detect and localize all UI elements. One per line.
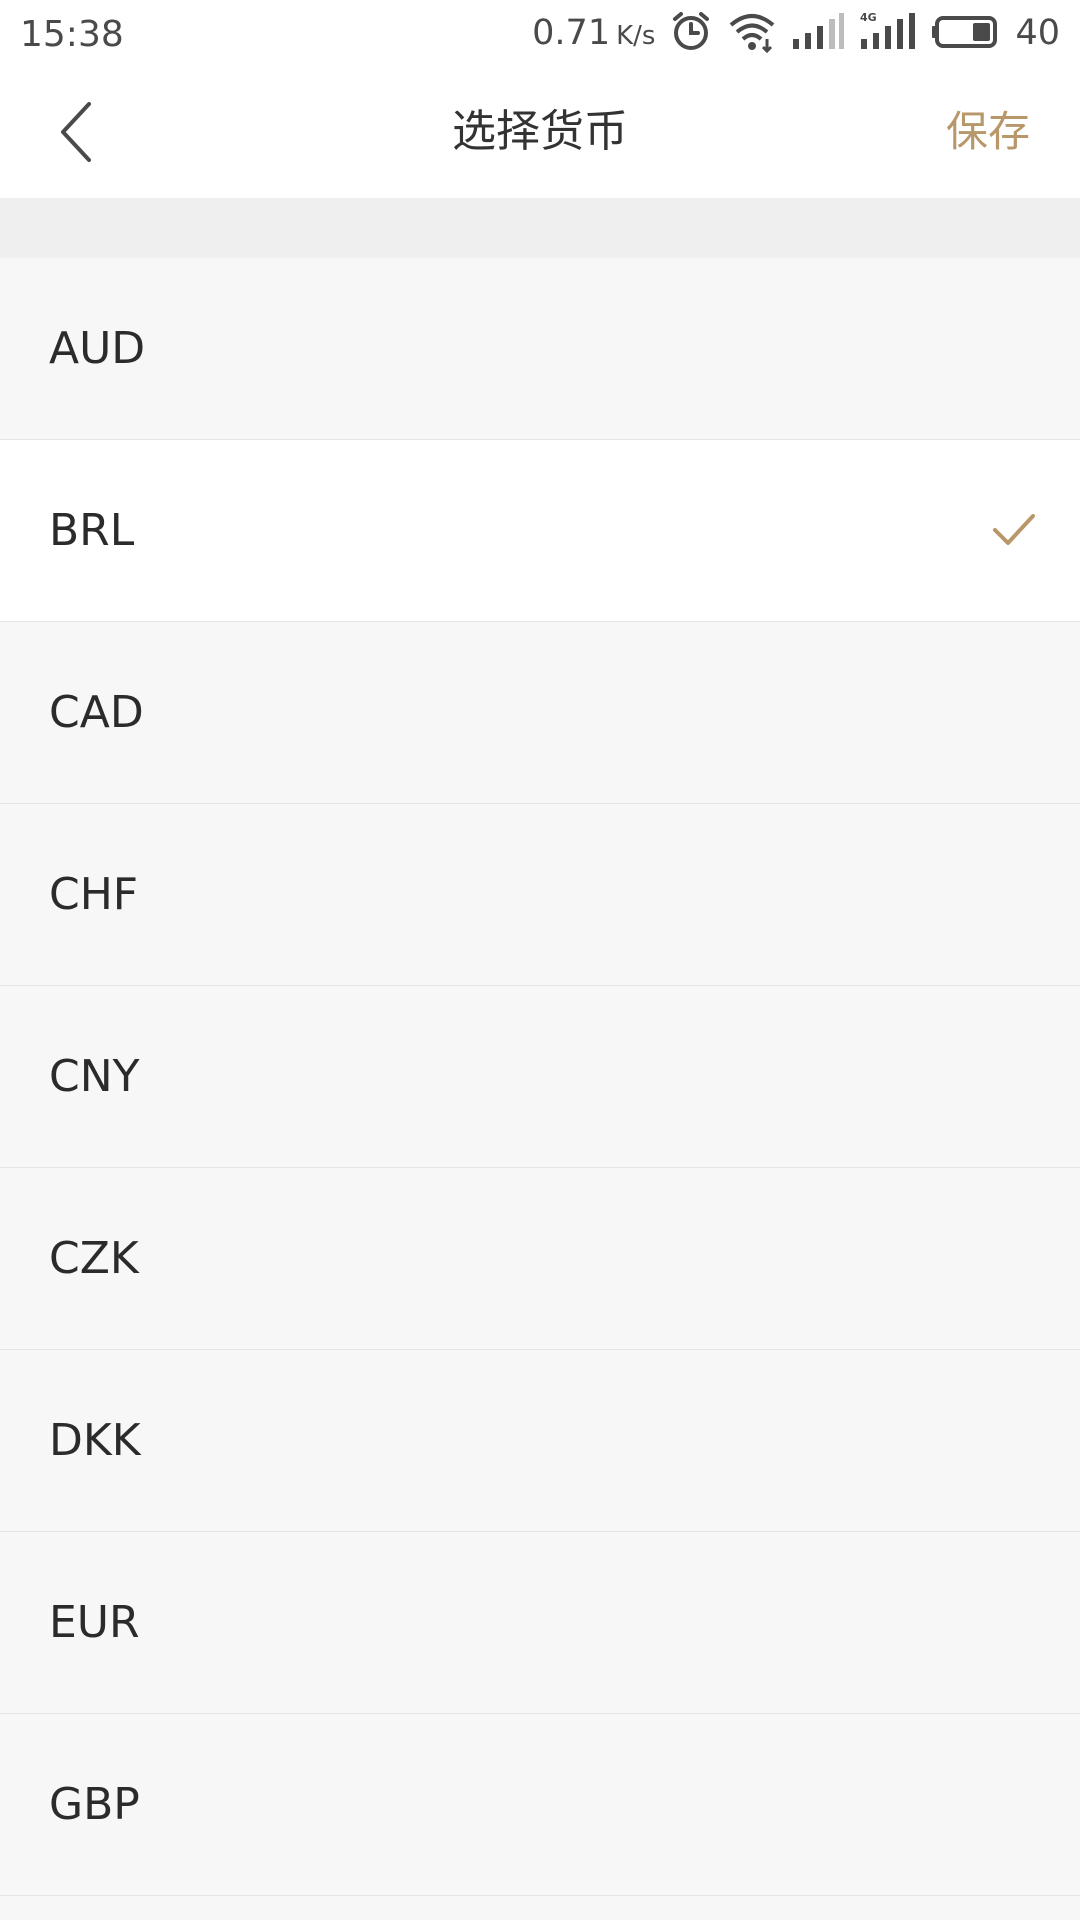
currency-item-cad[interactable]: CAD xyxy=(0,622,1080,804)
currency-item-czk[interactable]: CZK xyxy=(0,1168,1080,1350)
status-bar: 15:38 0.71 K/s 4G 40 xyxy=(0,0,1080,66)
currency-label: EUR xyxy=(49,1597,140,1648)
checkmark-icon xyxy=(993,514,1035,545)
currency-label: CZK xyxy=(49,1233,139,1284)
svg-text:4G: 4G xyxy=(860,11,877,24)
chevron-left-icon xyxy=(61,102,91,162)
save-button[interactable]: 保存 xyxy=(946,66,1030,198)
currency-label: GBP xyxy=(49,1779,140,1830)
currency-label: AUD xyxy=(49,323,146,374)
net-speed: 0.71 K/s xyxy=(532,13,655,53)
signal-4g-icon: 4G xyxy=(859,9,917,57)
currency-item-brl[interactable]: BRL xyxy=(0,440,1080,622)
currency-item-eur[interactable]: EUR xyxy=(0,1532,1080,1714)
currency-label: DKK xyxy=(49,1415,141,1466)
battery-icon xyxy=(931,9,1001,57)
currency-label: CNY xyxy=(49,1051,140,1102)
alarm-icon xyxy=(669,9,713,57)
section-divider xyxy=(0,198,1080,258)
status-time: 15:38 xyxy=(20,14,124,55)
battery-level: 40 xyxy=(1015,13,1060,53)
currency-item-chf[interactable]: CHF xyxy=(0,804,1080,986)
net-speed-unit: K/s xyxy=(616,21,656,51)
currency-label: CAD xyxy=(49,687,144,738)
currency-label: CHF xyxy=(49,869,139,920)
currency-item-gbp[interactable]: GBP xyxy=(0,1714,1080,1896)
status-icons: 0.71 K/s 4G 40 xyxy=(532,8,1060,58)
currency-item-dkk[interactable]: DKK xyxy=(0,1350,1080,1532)
currency-label: BRL xyxy=(49,505,135,556)
currency-item-cny[interactable]: CNY xyxy=(0,986,1080,1168)
wifi-icon xyxy=(727,9,777,57)
back-button[interactable] xyxy=(40,96,110,168)
header-bar: 选择货币 保存 xyxy=(0,66,1080,198)
page-title: 选择货币 xyxy=(452,106,628,157)
currency-list: AUD BRL CAD CHF CNY CZK DKK EUR GBP xyxy=(0,258,1080,1896)
currency-item-aud[interactable]: AUD xyxy=(0,258,1080,440)
signal-icon xyxy=(791,9,845,57)
net-speed-value: 0.71 xyxy=(532,13,611,53)
